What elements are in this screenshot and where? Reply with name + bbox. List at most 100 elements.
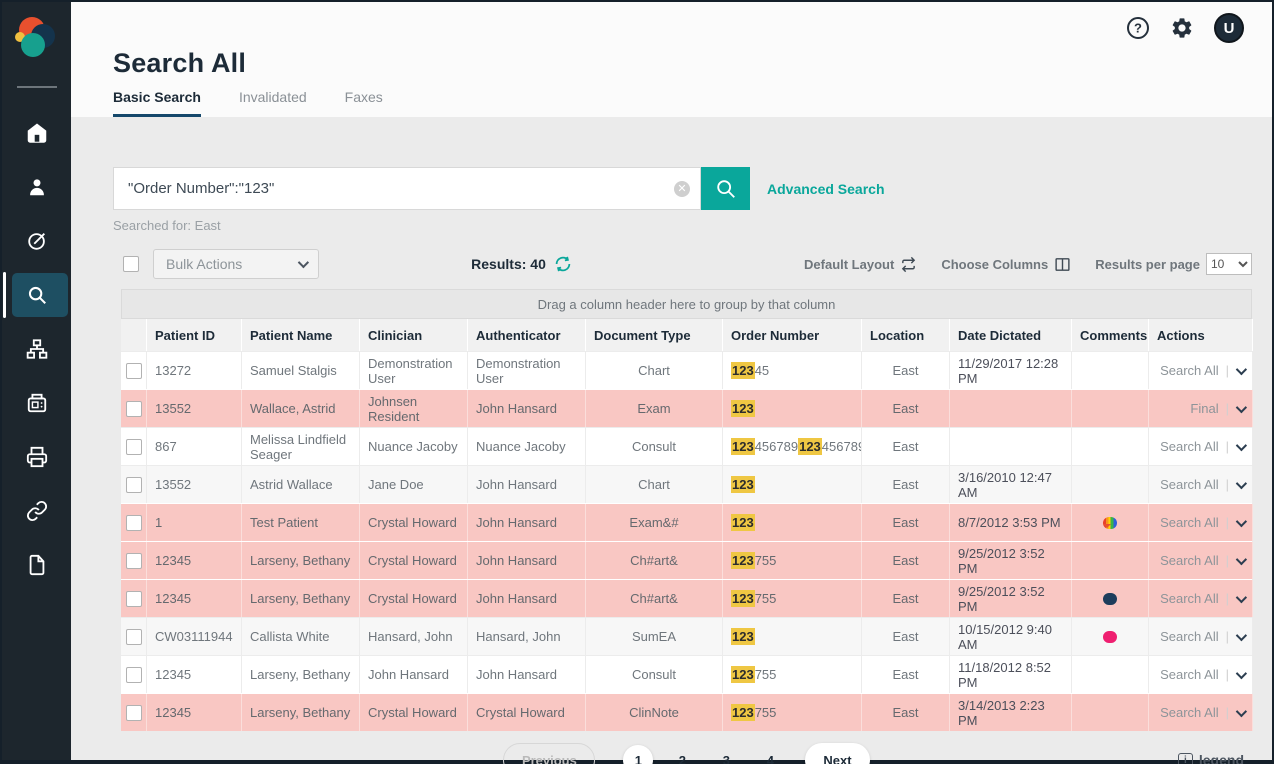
- sidebar-item-sitemap[interactable]: [2, 322, 71, 376]
- fax-icon: [26, 392, 48, 414]
- page-button-3[interactable]: 3: [711, 745, 741, 764]
- chevron-down-icon[interactable]: [1236, 439, 1247, 450]
- row-checkbox[interactable]: [126, 515, 142, 531]
- cell-actions: Search All|: [1149, 618, 1253, 655]
- cell-patient-name: Larseny, Bethany: [242, 542, 360, 579]
- column-header-authenticator[interactable]: Authenticator: [468, 319, 586, 351]
- cell-clinician: Crystal Howard: [360, 542, 468, 579]
- search-input[interactable]: [128, 180, 674, 197]
- page-button-1[interactable]: 1: [623, 745, 653, 764]
- top-icons: ? U: [113, 2, 1244, 46]
- default-layout-label: Default Layout: [804, 257, 894, 272]
- row-action-link[interactable]: Search All: [1160, 667, 1219, 682]
- column-header-clinician[interactable]: Clinician: [360, 319, 468, 351]
- row-checkbox[interactable]: [126, 363, 142, 379]
- cell-patient-id: 867: [147, 428, 242, 465]
- row-checkbox-cell: [121, 694, 147, 731]
- pagination: Previous 1234 Next i legend: [121, 743, 1252, 764]
- chevron-down-icon[interactable]: [1236, 515, 1247, 526]
- cell-location: East: [862, 428, 950, 465]
- row-checkbox[interactable]: [126, 705, 142, 721]
- chevron-down-icon[interactable]: [1236, 629, 1247, 640]
- row-action-link[interactable]: Search All: [1160, 439, 1219, 454]
- tab-basic-search[interactable]: Basic Search: [113, 89, 201, 117]
- column-header-date-dictated[interactable]: Date Dictated: [950, 319, 1072, 351]
- comment-magenta-bubble-icon[interactable]: [1103, 631, 1117, 643]
- row-action-link[interactable]: Search All: [1160, 515, 1219, 530]
- results-per-page-select[interactable]: 10: [1206, 253, 1252, 275]
- row-action-link[interactable]: Search All: [1160, 363, 1219, 378]
- row-action-link[interactable]: Search All: [1160, 591, 1219, 606]
- column-header-order-number[interactable]: Order Number: [723, 319, 862, 351]
- sidebar-item-search[interactable]: [2, 268, 71, 322]
- chevron-down-icon[interactable]: [1236, 363, 1247, 374]
- help-icon[interactable]: ?: [1126, 16, 1150, 40]
- gear-icon[interactable]: [1170, 16, 1194, 40]
- user-icon: [26, 176, 48, 198]
- page-button-4[interactable]: 4: [755, 745, 785, 764]
- chevron-down-icon[interactable]: [1236, 591, 1247, 602]
- refresh-icon[interactable]: [554, 255, 572, 273]
- legend-button[interactable]: i legend: [1178, 752, 1244, 764]
- select-all-checkbox[interactable]: [123, 256, 139, 272]
- sidebar-divider: [17, 86, 57, 88]
- row-checkbox[interactable]: [126, 477, 142, 493]
- row-action-link[interactable]: Final: [1190, 401, 1218, 416]
- row-action-link[interactable]: Search All: [1160, 477, 1219, 492]
- cell-location: East: [862, 580, 950, 617]
- bulk-actions-select[interactable]: Bulk Actions: [153, 249, 319, 279]
- sidebar-item-gauge[interactable]: [2, 214, 71, 268]
- row-checkbox-cell: [121, 542, 147, 579]
- comment-navy-bubble-icon[interactable]: [1103, 593, 1117, 605]
- choose-columns-button[interactable]: Choose Columns: [941, 256, 1071, 273]
- search-icon: [26, 284, 48, 306]
- sidebar-item-home[interactable]: [2, 106, 71, 160]
- cell-location: East: [862, 466, 950, 503]
- chevron-down-icon[interactable]: [1236, 553, 1247, 564]
- row-action-link[interactable]: Search All: [1160, 629, 1219, 644]
- sidebar-item-links[interactable]: [2, 484, 71, 538]
- row-checkbox[interactable]: [126, 591, 142, 607]
- page-button-2[interactable]: 2: [667, 745, 697, 764]
- clear-icon[interactable]: ✕: [674, 181, 690, 197]
- chevron-down-icon[interactable]: [1236, 705, 1247, 716]
- row-checkbox[interactable]: [126, 439, 142, 455]
- cell-date-dictated: 3/16/2010 12:47 AM: [950, 466, 1072, 503]
- chevron-down-icon[interactable]: [1236, 667, 1247, 678]
- row-checkbox[interactable]: [126, 401, 142, 417]
- row-checkbox[interactable]: [126, 667, 142, 683]
- advanced-search-link[interactable]: Advanced Search: [767, 181, 885, 197]
- tab-faxes[interactable]: Faxes: [345, 89, 383, 117]
- row-checkbox[interactable]: [126, 553, 142, 569]
- tab-invalidated[interactable]: Invalidated: [239, 89, 307, 117]
- column-header-actions[interactable]: Actions: [1149, 319, 1253, 351]
- sidebar-item-users[interactable]: [2, 160, 71, 214]
- sidebar-item-fax[interactable]: [2, 376, 71, 430]
- column-header-location[interactable]: Location: [862, 319, 950, 351]
- column-header-patient-id[interactable]: Patient ID: [147, 319, 242, 351]
- row-action-link[interactable]: Search All: [1160, 705, 1219, 720]
- cell-clinician: Crystal Howard: [360, 580, 468, 617]
- chevron-down-icon[interactable]: [1236, 401, 1247, 412]
- column-header-document-type[interactable]: Document Type: [586, 319, 723, 351]
- column-header-comments[interactable]: Comments: [1072, 319, 1149, 351]
- search-button[interactable]: [701, 167, 750, 210]
- cell-comments: [1072, 542, 1149, 579]
- group-by-bar[interactable]: Drag a column header here to group by th…: [121, 289, 1252, 319]
- default-layout-button[interactable]: Default Layout: [804, 256, 917, 273]
- column-header-patient-name[interactable]: Patient Name: [242, 319, 360, 351]
- sidebar-item-print[interactable]: [2, 430, 71, 484]
- row-action-link[interactable]: Search All: [1160, 553, 1219, 568]
- comment-rainbow-bubble-icon[interactable]: [1103, 517, 1117, 529]
- cell-patient-name: Larseny, Bethany: [242, 694, 360, 731]
- app-logo-icon[interactable]: [13, 14, 61, 62]
- row-checkbox[interactable]: [126, 629, 142, 645]
- cell-patient-name: Samuel Stalgis: [242, 352, 360, 389]
- sidebar-item-documents[interactable]: [2, 538, 71, 592]
- avatar[interactable]: U: [1214, 13, 1244, 43]
- results-count: 40: [530, 256, 546, 272]
- next-button[interactable]: Next: [805, 743, 869, 764]
- chevron-down-icon[interactable]: [1236, 477, 1247, 488]
- cell-actions: Search All|: [1149, 504, 1253, 541]
- previous-button[interactable]: Previous: [503, 743, 595, 764]
